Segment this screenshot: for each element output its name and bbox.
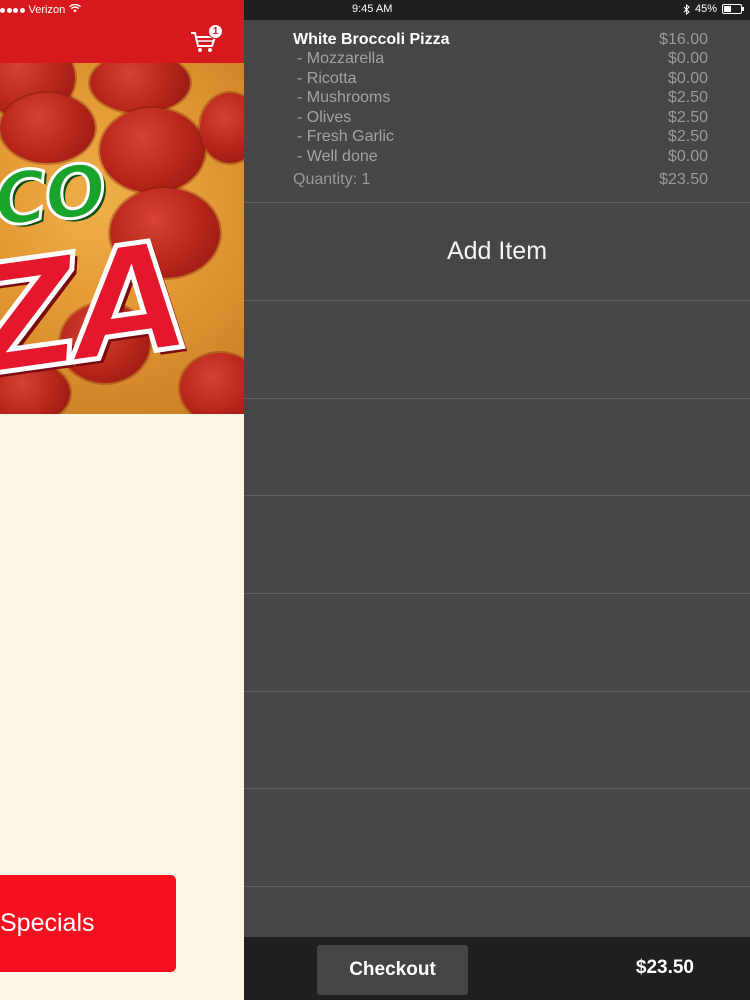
modifier-price: $0.00	[667, 69, 708, 87]
status-bar-right: 45%	[683, 3, 744, 15]
app-header: Verizon 1	[0, 0, 244, 63]
modifier-name: - Well done	[297, 147, 378, 165]
modifier-row: - Well done $0.00	[293, 147, 708, 167]
divider	[244, 886, 750, 887]
add-item-button[interactable]: Add Item	[244, 202, 750, 300]
modifier-price: $2.50	[667, 89, 708, 107]
modifier-name: - Olives	[297, 108, 352, 126]
modifier-name: - Fresh Garlic	[297, 128, 394, 146]
carrier-label: Verizon	[28, 4, 66, 16]
cart-panel: 9:45 AM 45% White Broccoli Pizza $16.00 …	[244, 0, 750, 1000]
signal-dots-icon	[0, 7, 25, 13]
empty-cart-row	[244, 496, 750, 593]
modifier-name: - Mushrooms	[297, 89, 391, 107]
order-total: $23.50	[635, 957, 694, 978]
underlying-app: Verizon 1 CO ZA Specials	[0, 0, 244, 1000]
checkout-bar: Checkout $23.50	[244, 937, 750, 1000]
modifier-row: - Fresh Garlic $2.50	[293, 128, 708, 148]
battery-percent: 45%	[694, 3, 717, 15]
item-price: $16.00	[659, 30, 708, 48]
quantity-label: Quantity: 1	[293, 171, 371, 189]
wifi-icon	[69, 3, 82, 16]
hero-logo-text-bottom: ZA	[0, 207, 196, 414]
empty-cart-row	[244, 301, 750, 398]
hero-banner-image: CO ZA	[0, 63, 244, 414]
empty-cart-row	[244, 399, 750, 496]
line-total: $23.50	[659, 171, 708, 189]
empty-cart-row	[244, 692, 750, 789]
modifier-name: - Ricotta	[297, 69, 357, 87]
cart-count-badge: 1	[208, 24, 223, 39]
quantity-row: Quantity: 1 $23.50	[293, 171, 708, 191]
modifier-list: - Mozzarella $0.00 - Ricotta $0.00 - Mus…	[293, 50, 708, 167]
status-bar-left: Verizon	[0, 3, 82, 17]
modifier-price: $0.00	[667, 50, 708, 68]
bluetooth-icon	[683, 3, 690, 15]
status-time: 9:45 AM	[352, 3, 393, 15]
checkout-button[interactable]: Checkout	[317, 945, 468, 995]
item-header-row: White Broccoli Pizza $16.00	[293, 30, 708, 50]
item-name: White Broccoli Pizza	[293, 30, 450, 48]
modifier-price: $2.50	[667, 128, 708, 146]
modifier-row: - Olives $2.50	[293, 108, 708, 128]
modifier-row: - Ricotta $0.00	[293, 69, 708, 89]
empty-cart-row	[244, 789, 750, 886]
cart-button[interactable]: 1	[189, 24, 223, 54]
modifier-name: - Mozzarella	[297, 50, 385, 68]
modifier-price: $0.00	[667, 147, 708, 165]
modifier-price: $2.50	[667, 108, 708, 126]
status-bar: 9:45 AM 45%	[244, 0, 750, 20]
cart-line-item[interactable]: White Broccoli Pizza $16.00 - Mozzarella…	[293, 30, 708, 190]
modifier-row: - Mushrooms $2.50	[293, 89, 708, 109]
modifier-row: - Mozzarella $0.00	[293, 50, 708, 70]
battery-icon	[722, 4, 744, 14]
empty-cart-row	[244, 594, 750, 691]
specials-button[interactable]: Specials	[0, 875, 176, 972]
